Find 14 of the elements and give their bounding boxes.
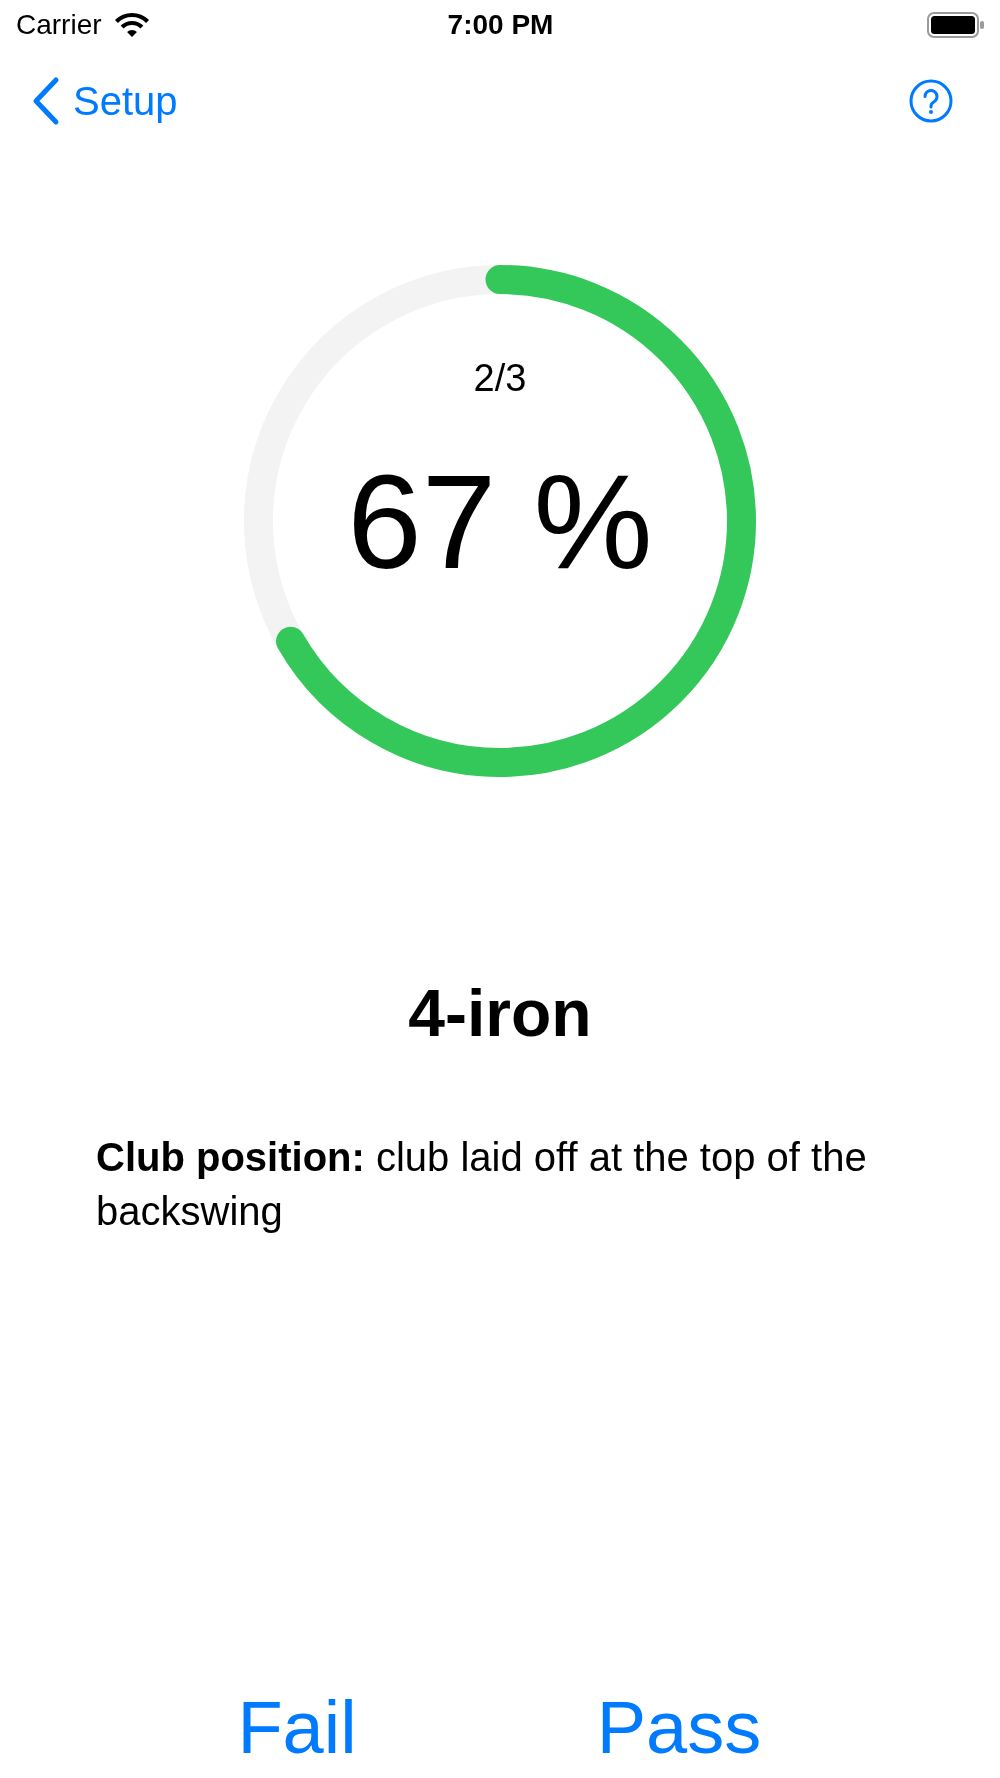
help-button[interactable] — [909, 79, 953, 123]
help-icon — [909, 79, 953, 123]
progress-count: 2/3 — [473, 356, 527, 400]
status-time: 7:00 PM — [447, 8, 554, 42]
chevron-left-icon — [31, 76, 61, 126]
carrier-label: Carrier — [16, 8, 102, 42]
result-button[interactable]: Fail — [229, 1678, 365, 1778]
result-button[interactable]: Pass — [588, 1678, 770, 1778]
back-button[interactable]: Setup — [31, 76, 178, 126]
battery-icon — [927, 12, 985, 38]
progress-percent: 67 % — [347, 447, 653, 597]
club-title: 4-iron — [408, 975, 592, 1052]
wifi-icon — [113, 12, 150, 38]
club-description: Club position: club laid off at the top of the backswing — [96, 1134, 868, 1235]
